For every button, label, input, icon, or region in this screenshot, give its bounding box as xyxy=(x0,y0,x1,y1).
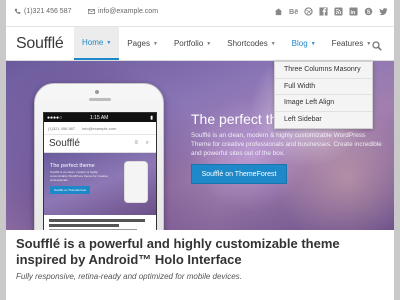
mobile-logo: Soufflé xyxy=(49,138,80,149)
nav-shortcodes-label: Shortcodes xyxy=(227,39,268,48)
main-nav: Home ▼ Pages ▼ Portfolio ▼ Shortcodes ▼ Blog… xyxy=(74,27,379,60)
phone-status-bar: ●●●●○ 1:15 AM ▮ xyxy=(44,113,156,122)
hero-title: The perfect the xyxy=(191,111,286,127)
nav-pages[interactable]: Pages ▼ xyxy=(119,27,166,60)
mobile-hero-button: Soufflé on ThemeForest xyxy=(50,186,90,194)
nav-home-label: Home xyxy=(82,38,104,47)
nav-pages-label: Pages xyxy=(127,39,150,48)
dropdown-item-left-sidebar[interactable]: Left Sidebar xyxy=(275,112,372,129)
content-heading: Soufflé is a powerful and highly customi… xyxy=(16,236,340,267)
mobile-hero: The perfect theme Soufflé is an clean, m… xyxy=(44,153,156,215)
chevron-down-icon: ▼ xyxy=(270,40,276,47)
behance-icon[interactable]: Bē xyxy=(289,7,298,16)
text-line xyxy=(49,224,119,227)
mobile-email: info@example.com xyxy=(82,126,117,131)
hero-text: Soufflé is an clean, modern & highly cus… xyxy=(191,132,382,157)
mobile-header-icons: ≡ ⌕ xyxy=(134,140,152,146)
mobile-phone-number: (1)321 456 587 xyxy=(48,126,76,131)
nav-shortcodes[interactable]: Shortcodes ▼ xyxy=(219,27,283,60)
phone-icon xyxy=(14,8,21,14)
email-contact[interactable]: info@example.com xyxy=(88,8,158,15)
nav-features[interactable]: Features ▼ xyxy=(324,27,380,60)
linkedin-icon[interactable]: in xyxy=(349,7,358,16)
phone-mockup: ●●●●○ 1:15 AM ▮ (1)321 456 587 info@exam… xyxy=(34,83,164,230)
dropdown-item-image-left-align[interactable]: Image Left Align xyxy=(275,95,372,112)
top-bar: (1)321 456 587 info@example.com Bē in S xyxy=(6,0,394,27)
phone-time: 1:15 AM xyxy=(90,115,109,121)
themeforest-button[interactable]: Soufflé on ThemeForest xyxy=(191,164,287,184)
phone-contact: (1)321 456 587 xyxy=(14,8,71,15)
nav-features-label: Features xyxy=(331,39,364,48)
nav-portfolio-label: Portfolio xyxy=(173,39,204,48)
page-frame: (1)321 456 587 info@example.com Bē in S … xyxy=(6,0,394,300)
nav-blog-label: Blog xyxy=(291,39,308,48)
battery-icon: ▮ xyxy=(150,115,153,121)
chevron-down-icon: ▼ xyxy=(310,40,316,47)
phone-screen: ●●●●○ 1:15 AM ▮ (1)321 456 587 info@exam… xyxy=(43,112,157,230)
chevron-down-icon: ▼ xyxy=(206,40,212,47)
chevron-down-icon: ▼ xyxy=(366,40,372,47)
site-logo[interactable]: Soufflé xyxy=(16,35,64,53)
social-links: Bē in S xyxy=(274,7,388,16)
text-line xyxy=(49,229,137,230)
mobile-phone-graphic xyxy=(124,161,148,203)
nav-blog[interactable]: Blog ▼ xyxy=(284,27,324,60)
svg-text:S: S xyxy=(367,10,371,16)
site-header: Soufflé Home ▼ Pages ▼ Portfolio ▼ Shortcod… xyxy=(6,27,394,61)
signal-indicator: ●●●●○ xyxy=(47,115,63,121)
envelope-icon xyxy=(88,9,95,14)
nav-portfolio[interactable]: Portfolio ▼ xyxy=(166,27,219,60)
content-subheading: Fully responsive, retina-ready and optim… xyxy=(16,272,242,281)
dropdown-item-three-columns-masonry[interactable]: Three Columns Masonry xyxy=(275,62,372,79)
blog-dropdown-menu: Three Columns Masonry Full Width Image L… xyxy=(274,61,373,129)
rss-icon[interactable] xyxy=(334,7,343,16)
mobile-header: Soufflé ≡ ⌕ xyxy=(44,134,156,153)
chevron-down-icon: ▼ xyxy=(106,39,112,46)
mobile-content-lines xyxy=(49,219,149,230)
skype-icon[interactable]: S xyxy=(364,7,373,16)
phone-number: (1)321 456 587 xyxy=(24,8,72,15)
dribbble-icon[interactable] xyxy=(304,7,313,16)
text-line xyxy=(49,219,145,222)
dropdown-item-full-width[interactable]: Full Width xyxy=(275,79,372,95)
nav-home[interactable]: Home ▼ xyxy=(74,27,120,60)
email-address: info@example.com xyxy=(98,8,159,15)
chevron-down-icon: ▼ xyxy=(152,40,158,47)
twitter-icon[interactable] xyxy=(379,7,388,16)
mobile-hero-title: The perfect theme xyxy=(50,163,95,169)
phone-speaker xyxy=(89,98,111,101)
phone-camera xyxy=(95,90,99,94)
mobile-hero-text: Soufflé is an clean, modern & highly cus… xyxy=(50,170,108,182)
search-icon[interactable] xyxy=(372,38,382,51)
house-icon[interactable] xyxy=(274,7,283,16)
svg-text:in: in xyxy=(351,10,356,16)
facebook-icon[interactable] xyxy=(319,7,328,16)
svg-text:Bē: Bē xyxy=(289,7,298,16)
